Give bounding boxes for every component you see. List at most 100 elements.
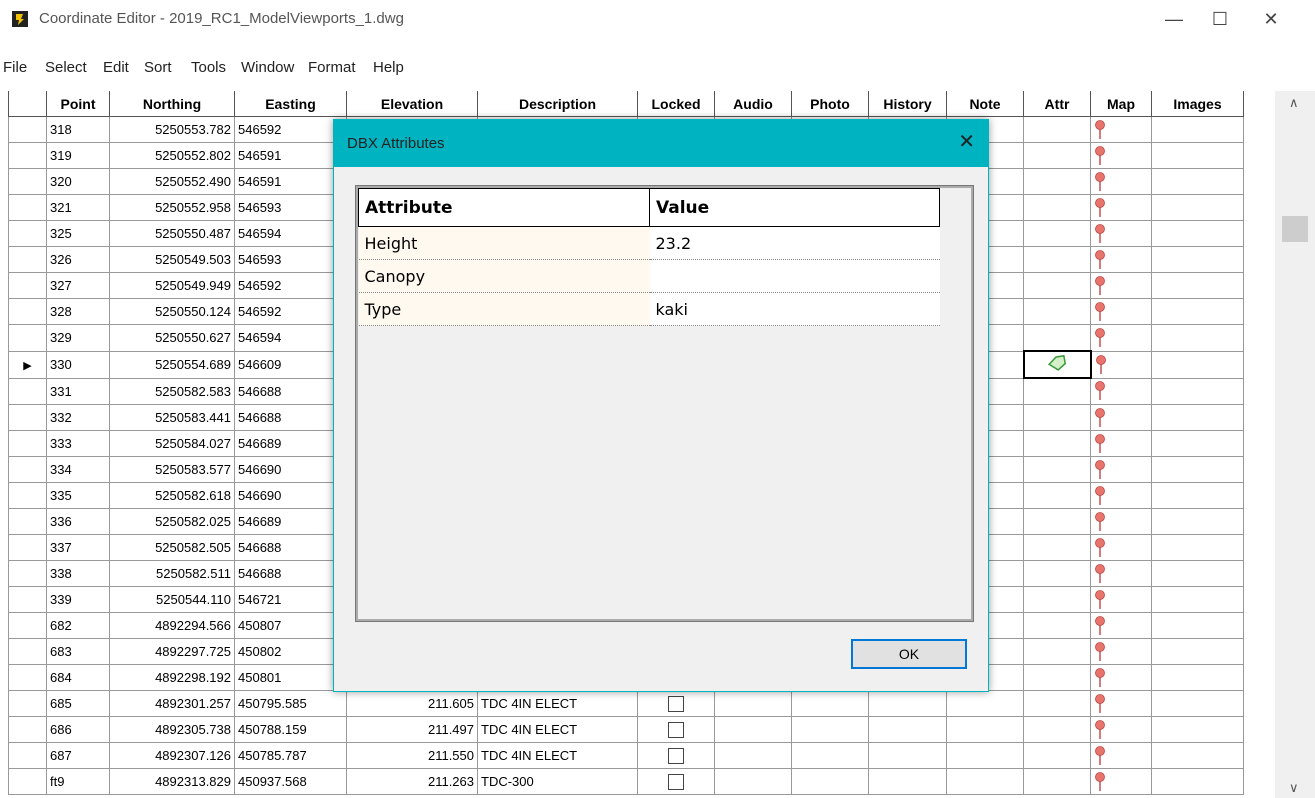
cell-map[interactable] <box>1090 350 1152 379</box>
cell-map[interactable] <box>1090 142 1152 169</box>
cell-photo[interactable] <box>791 742 869 769</box>
map-pin-icon[interactable] <box>1094 667 1106 687</box>
col-header-description[interactable]: Description <box>477 91 638 117</box>
cell-northing[interactable]: 5250583.441 <box>109 404 235 431</box>
cell-map[interactable] <box>1090 324 1152 352</box>
scroll-down-icon[interactable]: ∨ <box>1289 780 1299 796</box>
col-header-northing[interactable]: Northing <box>109 91 235 117</box>
map-pin-icon[interactable] <box>1094 693 1106 713</box>
col-header-audio[interactable]: Audio <box>714 91 792 117</box>
cell-attr[interactable] <box>1023 768 1091 795</box>
cell-easting[interactable]: 546688 <box>234 560 347 587</box>
cell-map[interactable] <box>1090 534 1152 561</box>
cell-attr[interactable] <box>1023 482 1091 509</box>
cell-elevation[interactable]: 211.497 <box>346 716 478 743</box>
cell-point[interactable]: 336 <box>46 508 110 535</box>
row-selector[interactable]: ▶ <box>8 350 47 379</box>
row-selector[interactable] <box>8 664 47 691</box>
cell-map[interactable] <box>1090 194 1152 221</box>
cell-images[interactable] <box>1151 508 1244 535</box>
map-pin-icon[interactable] <box>1094 275 1106 295</box>
row-selector[interactable] <box>8 272 47 299</box>
cell-description[interactable]: TDC 4IN ELECT <box>477 742 638 769</box>
locked-checkbox[interactable] <box>668 721 684 738</box>
cell-photo[interactable] <box>791 768 869 795</box>
cell-point[interactable]: 328 <box>46 298 110 325</box>
cell-photo[interactable] <box>791 690 869 717</box>
cell-easting[interactable]: 546591 <box>234 168 347 195</box>
cell-map[interactable] <box>1090 716 1152 743</box>
cell-northing[interactable]: 5250552.802 <box>109 142 235 169</box>
cell-locked[interactable] <box>637 742 715 769</box>
cell-map[interactable] <box>1090 768 1152 795</box>
vertical-scrollbar[interactable]: ∧ ∨ <box>1275 91 1315 798</box>
cell-northing[interactable]: 5250549.503 <box>109 246 235 273</box>
cell-northing[interactable]: 5250550.124 <box>109 298 235 325</box>
cell-map[interactable] <box>1090 690 1152 717</box>
cell-attr[interactable] <box>1023 742 1091 769</box>
dialog-close-icon[interactable]: ✕ <box>958 129 975 154</box>
row-selector[interactable] <box>8 716 47 743</box>
cell-images[interactable] <box>1151 560 1244 587</box>
attribute-row[interactable]: Type kaki <box>358 292 940 326</box>
cell-northing[interactable]: 4892307.126 <box>109 742 235 769</box>
col-header-photo[interactable]: Photo <box>791 91 869 117</box>
cell-easting[interactable]: 546690 <box>234 482 347 509</box>
cell-northing[interactable]: 5250552.490 <box>109 168 235 195</box>
cell-images[interactable] <box>1151 690 1244 717</box>
cell-attr[interactable] <box>1023 612 1091 639</box>
row-selector[interactable] <box>8 246 47 273</box>
cell-easting[interactable]: 450785.787 <box>234 742 347 769</box>
attribute-grid[interactable]: Attribute Value Height 23.2 Canopy Type … <box>355 185 974 622</box>
cell-northing[interactable]: 5250582.511 <box>109 560 235 587</box>
cell-easting[interactable]: 546593 <box>234 246 347 273</box>
map-pin-icon[interactable] <box>1095 354 1107 374</box>
cell-map[interactable] <box>1090 508 1152 535</box>
row-selector[interactable] <box>8 690 47 717</box>
cell-attr[interactable] <box>1023 534 1091 561</box>
cell-easting[interactable]: 546689 <box>234 430 347 457</box>
cell-attr[interactable] <box>1023 560 1091 587</box>
menu-sort[interactable]: Sort <box>144 59 172 76</box>
cell-images[interactable] <box>1151 116 1244 143</box>
cell-point[interactable]: 682 <box>46 612 110 639</box>
map-pin-icon[interactable] <box>1094 459 1106 479</box>
cell-point[interactable]: 684 <box>46 664 110 691</box>
locked-checkbox[interactable] <box>668 695 684 712</box>
cell-easting[interactable]: 546594 <box>234 220 347 247</box>
attribute-value[interactable]: 23.2 <box>649 226 940 260</box>
cell-point[interactable]: 321 <box>46 194 110 221</box>
cell-audio[interactable] <box>714 742 792 769</box>
map-pin-icon[interactable] <box>1094 563 1106 583</box>
row-selector[interactable] <box>8 534 47 561</box>
map-pin-icon[interactable] <box>1094 537 1106 557</box>
row-selector[interactable] <box>8 194 47 221</box>
row-selector[interactable] <box>8 742 47 769</box>
map-pin-icon[interactable] <box>1094 511 1106 531</box>
cell-elevation[interactable]: 211.605 <box>346 690 478 717</box>
cell-easting[interactable]: 450795.585 <box>234 690 347 717</box>
locked-checkbox[interactable] <box>668 773 684 790</box>
row-selector[interactable] <box>8 612 47 639</box>
cell-attr[interactable] <box>1022 350 1092 379</box>
map-pin-icon[interactable] <box>1094 171 1106 191</box>
cell-northing[interactable]: 4892298.192 <box>109 664 235 691</box>
col-header-history[interactable]: History <box>868 91 947 117</box>
cell-point[interactable]: 330 <box>46 350 110 379</box>
row-selector[interactable] <box>8 508 47 535</box>
cell-northing[interactable]: 5250582.025 <box>109 508 235 535</box>
cell-point[interactable]: 319 <box>46 142 110 169</box>
cell-point[interactable]: 686 <box>46 716 110 743</box>
row-selector[interactable] <box>8 404 47 431</box>
cell-point[interactable]: 687 <box>46 742 110 769</box>
row-selector[interactable] <box>8 220 47 247</box>
table-row[interactable]: 687 4892307.126 450785.787 211.550 TDC 4IN E… <box>8 742 1244 769</box>
cell-attr[interactable] <box>1023 456 1091 483</box>
cell-northing[interactable]: 5250550.627 <box>109 324 235 352</box>
attribute-value[interactable] <box>649 259 940 293</box>
cell-point[interactable]: 339 <box>46 586 110 613</box>
map-pin-icon[interactable] <box>1094 745 1106 765</box>
cell-elevation[interactable]: 211.263 <box>346 768 478 795</box>
col-header-note[interactable]: Note <box>946 91 1024 117</box>
col-header-locked[interactable]: Locked <box>637 91 715 117</box>
